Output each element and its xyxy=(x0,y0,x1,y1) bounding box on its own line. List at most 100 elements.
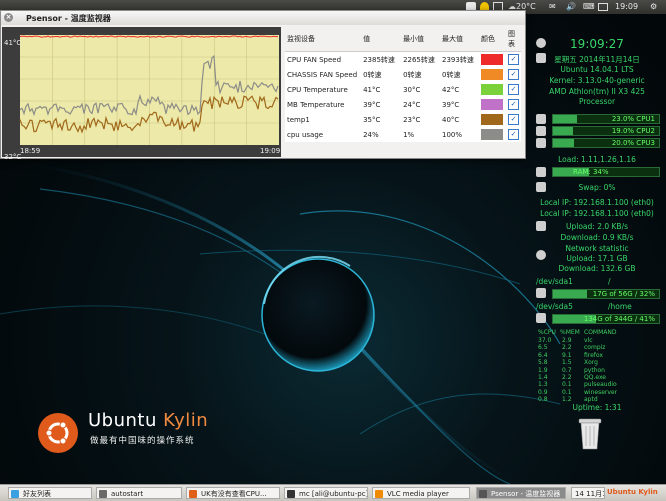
sensor-max: 100% xyxy=(442,130,463,139)
cpu1-bar: 23.0% CPU1 xyxy=(552,114,660,124)
date-month-day: 11月14日 xyxy=(586,490,604,498)
sensor-graph-cell: ✓ xyxy=(506,67,521,82)
sensor-value: 24% xyxy=(363,130,379,139)
cpu-icon xyxy=(536,138,546,148)
conky-cpu-model: AMD Athlon(tm) II X3 425 xyxy=(549,87,645,96)
color-swatch[interactable] xyxy=(480,114,503,125)
proc-cpu: 37.0 xyxy=(538,337,552,344)
taskbar-item-label: 好友列表 xyxy=(23,490,51,498)
conky-monitor: 19:09:27 星期五 2014年11月14日 Ubuntu 14.04.1 … xyxy=(528,26,666,416)
sensor-graph: 41°C 32°C 18:59 19:09 xyxy=(2,27,281,161)
col-device[interactable]: 监视设备 xyxy=(285,27,362,52)
sensor-row[interactable]: CHASSIS FAN Speed 0转速 0转速 0转速 ✓ xyxy=(285,67,521,82)
sensor-max: 42°C xyxy=(442,85,460,94)
disk1-label: 17G of 56G / 32% xyxy=(592,290,655,298)
sensor-table-header: 监视设备 值 最小值 最大值 颜色 图表 xyxy=(285,27,521,52)
col-color[interactable]: 颜色 xyxy=(478,27,506,52)
conky-processor: Processor xyxy=(578,97,616,106)
col-graph[interactable]: 图表 xyxy=(506,27,521,52)
graph-checkbox[interactable]: ✓ xyxy=(508,54,519,65)
color-swatch[interactable] xyxy=(480,84,503,95)
graph-checkbox[interactable]: ✓ xyxy=(508,114,519,125)
taskbar-item[interactable]: UK有没有查看CPU... xyxy=(186,487,280,499)
close-icon[interactable]: × xyxy=(4,13,13,22)
proc-cpu: 1.9 xyxy=(538,366,548,374)
disk2-mount: /home xyxy=(608,302,632,311)
sensor-max: 2393转速 xyxy=(442,55,474,64)
proc-cpu: 1.3 xyxy=(538,381,548,389)
taskbar-item[interactable]: Psensor - 温度监视器 xyxy=(476,487,566,499)
sensor-row[interactable]: CPU Temperature 41°C 30°C 42°C ✓ xyxy=(285,82,521,97)
color-swatch[interactable] xyxy=(480,69,503,80)
proc-cpu: 6.5 xyxy=(538,344,548,352)
graph-checkbox[interactable]: ✓ xyxy=(508,99,519,110)
settings-gear-icon[interactable]: ⚙ xyxy=(650,1,657,13)
sensor-max: 0转速 xyxy=(442,70,461,79)
sensor-row[interactable]: cpu usage 24% 1% 100% ✓ xyxy=(285,127,521,142)
sensor-name: MB Temperature xyxy=(287,100,345,109)
ubuntu-kylin-logo-icon xyxy=(38,413,78,453)
sensor-color-cell xyxy=(479,67,506,82)
taskbar-item[interactable]: mc [ali@ubuntu-pc]:... xyxy=(284,487,368,499)
sensor-name: CHASSIS FAN Speed xyxy=(287,70,358,79)
color-swatch[interactable] xyxy=(480,99,503,110)
proc-cmd: pulseaudio xyxy=(584,381,617,389)
taskbar-item[interactable]: autostart xyxy=(96,487,182,499)
ram-label: RAM: 34% xyxy=(573,168,609,176)
date-day: 14 xyxy=(575,490,584,498)
taskbar-item-label: mc [ali@ubuntu-pc]:... xyxy=(299,490,367,498)
col-value[interactable]: 值 xyxy=(361,27,402,52)
conky-local-ip-2: Local IP: 192.168.1.100 (eth0) xyxy=(540,209,654,218)
sensor-color-cell xyxy=(479,127,506,142)
proc-mem: 0.1 xyxy=(562,388,572,396)
sensor-row[interactable]: MB Temperature 39°C 24°C 39°C ✓ xyxy=(285,97,521,112)
sensor-value: 2385转速 xyxy=(363,55,395,64)
proc-cmd: python xyxy=(584,366,605,374)
taskbar-item[interactable]: 好友列表 xyxy=(8,487,92,499)
proc-mem: 1.5 xyxy=(562,359,572,367)
app-icon xyxy=(479,490,487,498)
taskbar-item-label: VLC media player xyxy=(387,490,449,498)
ram-icon xyxy=(536,167,546,177)
col-max[interactable]: 最大值 xyxy=(440,27,479,52)
sensor-min: 2265转速 xyxy=(403,55,435,64)
volume-icon[interactable]: 🔊 xyxy=(566,1,576,13)
email-icon[interactable]: ✉ xyxy=(549,1,556,13)
graph-xstart-label: 18:59 xyxy=(20,147,41,155)
col-min[interactable]: 最小值 xyxy=(401,27,441,52)
keyboard-icon[interactable]: ⌨ xyxy=(583,1,595,13)
sensor-name: temp1 xyxy=(287,115,310,124)
sensor-graph-cell: ✓ xyxy=(506,112,521,127)
conky-kernel: Kernel: 3.13.0-40-generic xyxy=(549,76,645,85)
taskbar-item[interactable]: VLC media player xyxy=(372,487,470,499)
sensor-min: 30°C xyxy=(403,85,421,94)
app-icon xyxy=(189,490,197,498)
trash-icon[interactable] xyxy=(577,417,603,451)
sensor-name: CPU Temperature xyxy=(287,85,348,94)
proc-mem: 2.9 xyxy=(562,337,572,344)
proc-cmd: vlc xyxy=(584,337,593,344)
color-swatch[interactable] xyxy=(480,54,503,65)
cpu2-bar: 19.0% CPU2 xyxy=(552,126,660,136)
sensor-row[interactable]: CPU FAN Speed 2385转速 2265转速 2393转速 ✓ xyxy=(285,52,521,68)
graph-checkbox[interactable]: ✓ xyxy=(508,69,519,80)
graph-checkbox[interactable]: ✓ xyxy=(508,84,519,95)
tray-ubuntu-kylin-label[interactable]: Ubuntu Kylin xyxy=(607,488,658,496)
sensor-value: 0转速 xyxy=(363,70,382,79)
graph-checkbox[interactable]: ✓ xyxy=(508,129,519,140)
ubuntu-kylin-wordmark: Ubuntu Kylin xyxy=(88,410,208,431)
bottom-taskbar: 好友列表 autostart UK有没有查看CPU... mc [ali@ubuntu… xyxy=(0,484,666,501)
sensor-graph-cell: ✓ xyxy=(506,82,521,97)
battery-icon[interactable] xyxy=(598,3,608,11)
color-swatch[interactable] xyxy=(480,129,503,140)
cpu-icon xyxy=(536,114,546,124)
sensor-value: 41°C xyxy=(363,85,381,94)
taskbar-date[interactable]: 14 11月14日 xyxy=(571,487,605,499)
disk1-bar: 17G of 56G / 32% xyxy=(552,289,660,299)
cpu1-label: 23.0% CPU1 xyxy=(611,115,655,123)
clock[interactable]: 19:09 xyxy=(615,1,638,13)
sensor-max: 40°C xyxy=(442,115,460,124)
psensor-titlebar[interactable]: × Psensor - 温度监视器 xyxy=(1,11,525,25)
sensor-name: CPU FAN Speed xyxy=(287,55,342,64)
sensor-row[interactable]: temp1 35°C 23°C 40°C ✓ xyxy=(285,112,521,127)
